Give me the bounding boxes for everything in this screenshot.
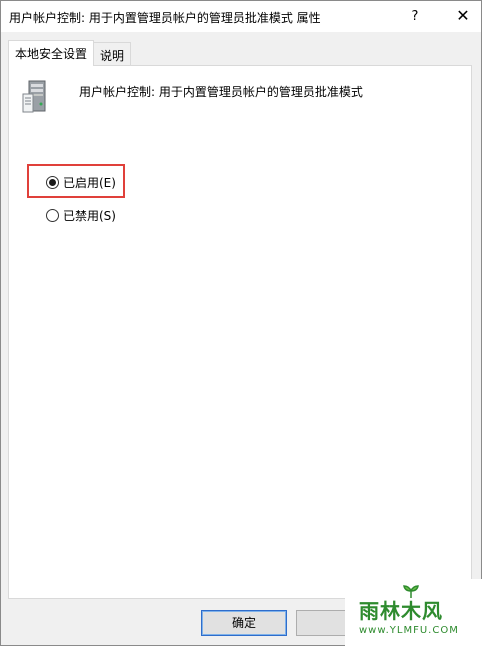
- disabled-radio[interactable]: 已禁用(S): [46, 207, 116, 224]
- server-icon: [22, 80, 46, 113]
- watermark-url: www.YLMFU.COM: [359, 625, 459, 636]
- close-icon: ✕: [456, 6, 470, 25]
- disabled-label: 已禁用(S): [63, 209, 116, 223]
- policy-title: 用户帐户控制: 用于内置管理员帐户的管理员批准模式: [79, 85, 363, 99]
- watermark-logo: 雨林木风 www.YLMFU.COM: [345, 579, 482, 646]
- tab-panel: 用户帐户控制: 用于内置管理员帐户的管理员批准模式 已启用(E) 已禁用(S): [8, 65, 472, 599]
- close-button[interactable]: ✕: [445, 1, 481, 32]
- window-title: 用户帐户控制: 用于内置管理员帐户的管理员批准模式 属性: [9, 11, 321, 25]
- title-bar: 用户帐户控制: 用于内置管理员帐户的管理员批准模式 属性 ? ✕: [1, 1, 481, 32]
- enabled-label: 已启用(E): [63, 176, 116, 190]
- watermark-text: 雨林木风: [359, 599, 443, 623]
- ok-button[interactable]: 确定: [201, 610, 287, 636]
- tab-local-security-setting[interactable]: 本地安全设置: [8, 40, 95, 66]
- radio-enabled-indicator[interactable]: [46, 176, 59, 189]
- radio-disabled-indicator[interactable]: [46, 209, 59, 222]
- tab-explain[interactable]: 说明: [93, 42, 132, 65]
- help-button[interactable]: ?: [401, 1, 429, 32]
- properties-dialog: 用户帐户控制: 用于内置管理员帐户的管理员批准模式 属性 ? ✕ 本地安全设置 …: [0, 0, 482, 646]
- enabled-radio[interactable]: 已启用(E): [46, 174, 116, 191]
